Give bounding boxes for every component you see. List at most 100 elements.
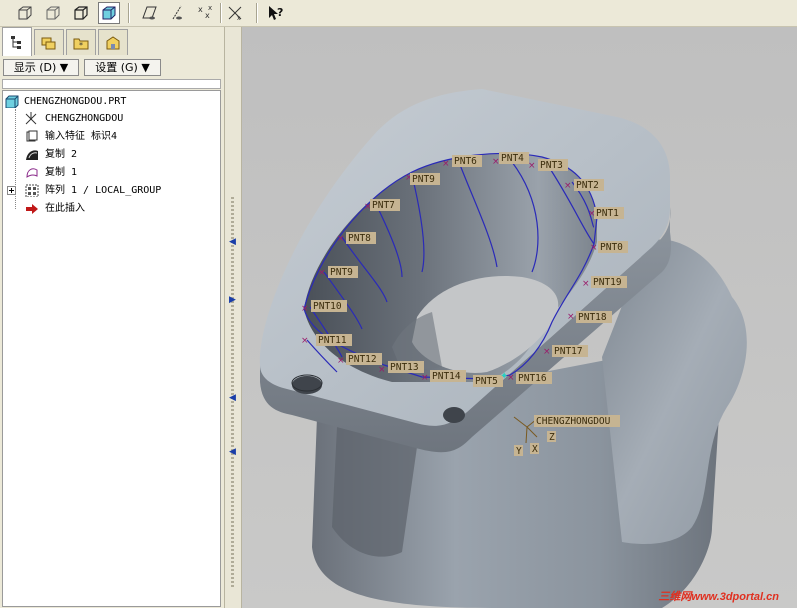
svg-text:PNT19: PNT19 bbox=[593, 277, 622, 288]
expand-arrow-icon[interactable]: ▶ bbox=[229, 295, 236, 305]
context-help-icon[interactable]: ? bbox=[264, 2, 286, 24]
svg-text:PNT9: PNT9 bbox=[412, 174, 435, 185]
settings-menu-button[interactable]: 设置 (G) ▼ bbox=[84, 59, 161, 76]
datum-point-pnt0[interactable]: × PNT0 bbox=[590, 241, 628, 253]
svg-text:x: x bbox=[205, 11, 210, 20]
tree-item-label: CHENGZHONGDOU bbox=[45, 113, 124, 124]
datum-point-pnt1[interactable]: × PNT1 bbox=[588, 207, 624, 219]
expand-icon[interactable] bbox=[7, 186, 16, 195]
svg-text:×: × bbox=[301, 336, 309, 346]
csys-label: CHENGZHONGDOU bbox=[536, 416, 611, 427]
datum-point-pnt3[interactable]: × PNT3 bbox=[528, 159, 568, 171]
tree-item-label: 复制 1 bbox=[45, 167, 78, 178]
splitter-grip bbox=[231, 197, 234, 587]
svg-text:x: x bbox=[237, 15, 241, 22]
datum-point-pnt16[interactable]: × PNT16 bbox=[507, 372, 552, 384]
pattern-icon bbox=[25, 184, 39, 197]
svg-text:×: × bbox=[567, 312, 575, 322]
svg-text:PNT12: PNT12 bbox=[348, 354, 377, 365]
csys-icon bbox=[25, 112, 37, 125]
svg-text:PNT6: PNT6 bbox=[454, 156, 477, 167]
tree-item-label: 在此插入 bbox=[45, 203, 85, 214]
svg-text:x: x bbox=[198, 5, 203, 14]
svg-text:PNT9: PNT9 bbox=[330, 267, 353, 278]
tree-item-label: 阵列 1 / LOCAL_GROUP bbox=[45, 185, 162, 196]
tab-layers[interactable] bbox=[34, 29, 64, 55]
datum-plane-display-icon[interactable] bbox=[138, 2, 160, 24]
svg-text:×: × bbox=[507, 373, 515, 383]
collapse-arrow-icon[interactable]: ◀ bbox=[229, 393, 236, 403]
axis-z-label: Z bbox=[549, 432, 555, 443]
datum-point-pnt9[interactable]: × PNT9 bbox=[405, 173, 440, 185]
svg-text:×: × bbox=[337, 234, 345, 244]
tab-folder-browser[interactable]: * bbox=[66, 29, 96, 55]
svg-text:PNT14: PNT14 bbox=[432, 371, 461, 382]
wireframe-view-icon[interactable] bbox=[14, 2, 36, 24]
graphics-window[interactable]: × PNT0 × PNT1 × PNT2 × PNT3 × PNT4 PNT5 ✦ × PNT… bbox=[242, 27, 797, 608]
shaded-view-icon[interactable] bbox=[98, 2, 120, 24]
svg-text:×: × bbox=[301, 304, 309, 314]
datum-axis-display-icon[interactable] bbox=[166, 2, 188, 24]
svg-text:×: × bbox=[337, 356, 345, 366]
svg-text:×: × bbox=[582, 279, 590, 289]
main-toolbar: xxx x ? bbox=[0, 0, 797, 27]
csys-display-icon[interactable]: x bbox=[224, 2, 246, 24]
svg-text:PNT17: PNT17 bbox=[554, 346, 583, 357]
datum-point-pnt8[interactable]: × PNT8 bbox=[337, 232, 376, 244]
svg-text:PNT3: PNT3 bbox=[540, 160, 563, 171]
import-feature-icon bbox=[26, 130, 38, 142]
tree-item-label: CHENGZHONGDOU.PRT bbox=[24, 96, 127, 107]
show-menu-button[interactable]: 显示 (D) ▼ bbox=[3, 59, 79, 76]
svg-text:?: ? bbox=[277, 6, 283, 19]
hidden-line-view-icon[interactable] bbox=[42, 2, 64, 24]
svg-text:PNT5: PNT5 bbox=[475, 376, 498, 387]
svg-text:×: × bbox=[421, 373, 429, 383]
tab-model-tree[interactable] bbox=[2, 27, 32, 56]
svg-text:×: × bbox=[564, 181, 572, 191]
svg-text:PNT7: PNT7 bbox=[372, 200, 395, 211]
part-icon bbox=[5, 95, 19, 108]
svg-text:x: x bbox=[208, 4, 212, 12]
model-render: × PNT0 × PNT1 × PNT2 × PNT3 × PNT4 PNT5 ✦ × PNT… bbox=[259, 89, 747, 608]
svg-text:×: × bbox=[590, 243, 598, 253]
datum-point-pnt2[interactable]: × PNT2 bbox=[564, 179, 604, 191]
datum-point-pnt18[interactable]: × PNT18 bbox=[567, 311, 612, 323]
axis-x-label: X bbox=[532, 444, 538, 455]
svg-text:*: * bbox=[79, 41, 83, 50]
svg-text:×: × bbox=[543, 347, 551, 357]
tab-connections[interactable] bbox=[98, 29, 128, 55]
svg-text:PNT0: PNT0 bbox=[600, 242, 623, 253]
insert-arrow-icon bbox=[26, 204, 38, 214]
panel-splitter[interactable]: ◀ ▶ ◀ ◀ bbox=[224, 27, 242, 608]
collapse-arrow-icon[interactable]: ◀ bbox=[229, 447, 236, 457]
svg-text:PNT8: PNT8 bbox=[348, 233, 371, 244]
svg-text:×: × bbox=[528, 161, 536, 171]
datum-point-pnt9b[interactable]: × PNT9 bbox=[318, 266, 358, 278]
toolbar-separator bbox=[128, 3, 130, 23]
watermark: 三维网www.3dportal.cn bbox=[658, 591, 779, 603]
navigator-panel: * 显示 (D) ▼ 设置 (G) ▼ CHENGZHONGDOU.PRT CH… bbox=[0, 27, 224, 608]
datum-point-pnt17[interactable]: × PNT17 bbox=[543, 345, 588, 357]
svg-text:PNT16: PNT16 bbox=[518, 373, 547, 384]
tree-item-label: 输入特征 标识4 bbox=[45, 131, 118, 142]
svg-text:×: × bbox=[318, 268, 326, 278]
svg-text:PNT13: PNT13 bbox=[390, 362, 419, 373]
svg-text:PNT18: PNT18 bbox=[578, 312, 607, 323]
datum-point-display-icon[interactable]: xxx bbox=[194, 2, 216, 24]
curve-copy-icon bbox=[26, 168, 38, 178]
toolbar-separator bbox=[256, 3, 258, 23]
model-tree: CHENGZHONGDOU.PRT CHENGZHONGDOU 输入特征 标识4… bbox=[2, 90, 221, 607]
svg-text:PNT10: PNT10 bbox=[313, 301, 342, 312]
svg-text:×: × bbox=[492, 157, 500, 167]
axis-y-label: Y bbox=[516, 446, 522, 457]
tree-header-strip bbox=[2, 79, 221, 89]
tree-item-label: 复制 2 bbox=[45, 149, 78, 160]
svg-text:PNT1: PNT1 bbox=[596, 208, 619, 219]
svg-text:PNT11: PNT11 bbox=[318, 335, 347, 346]
toolbar-separator bbox=[220, 3, 222, 23]
no-hidden-view-icon[interactable] bbox=[70, 2, 92, 24]
collapse-arrow-icon[interactable]: ◀ bbox=[229, 237, 236, 247]
svg-text:×: × bbox=[442, 159, 450, 169]
svg-text:PNT4: PNT4 bbox=[501, 153, 524, 164]
svg-text:×: × bbox=[378, 365, 386, 375]
